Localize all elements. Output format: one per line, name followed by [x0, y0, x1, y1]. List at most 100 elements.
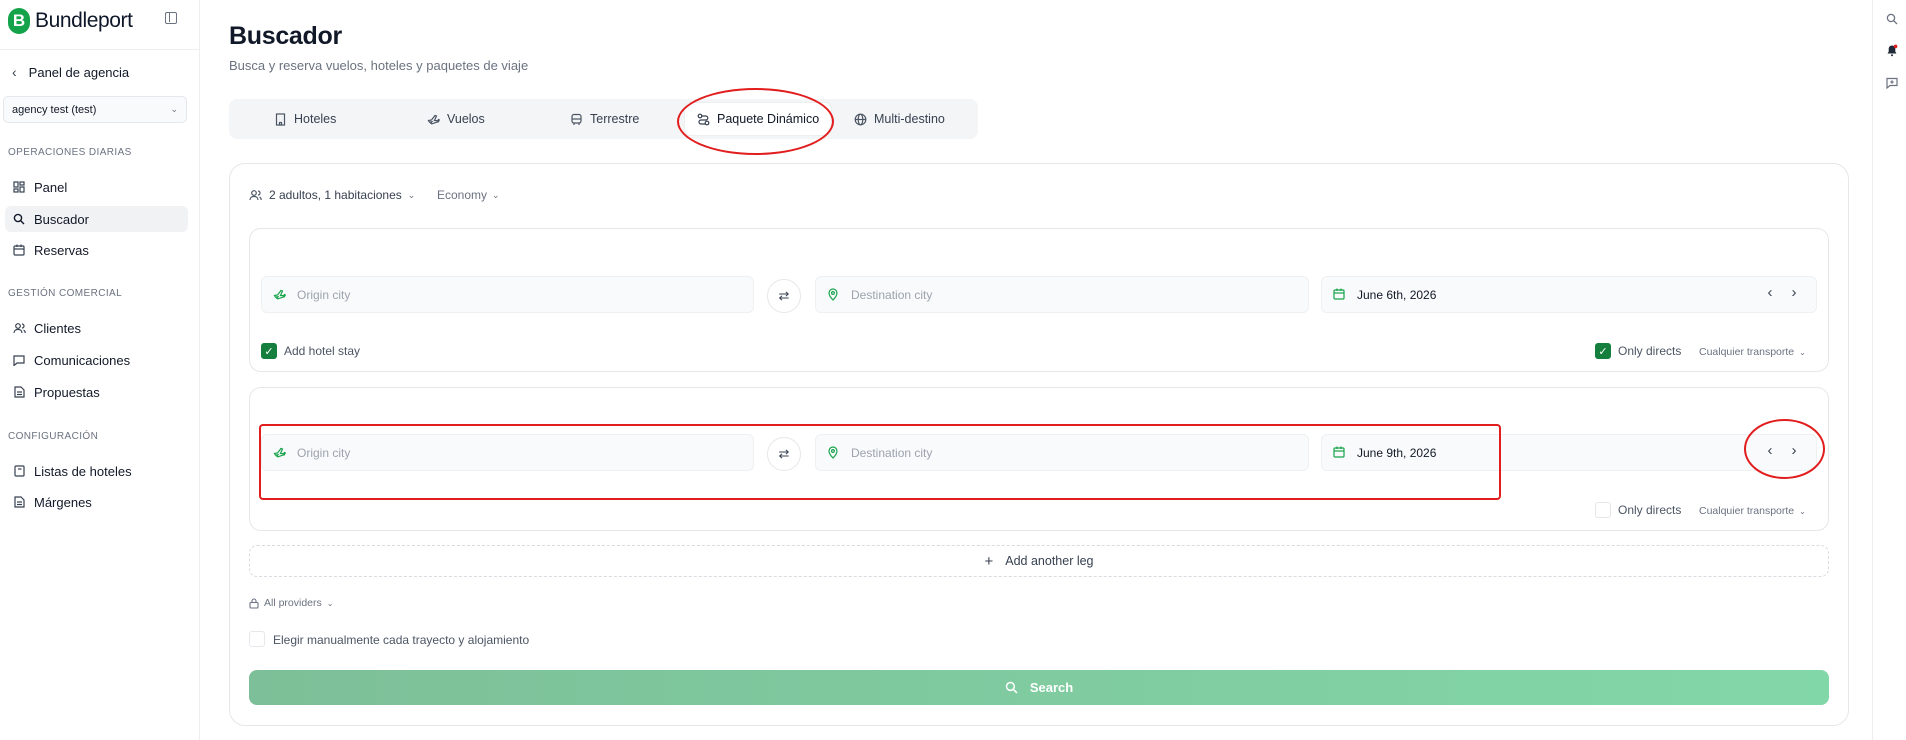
brand[interactable]: B Bundleport — [8, 6, 133, 36]
add-hotel-checkbox-1[interactable]: ✓ — [261, 343, 277, 359]
providers-select[interactable]: All providers ⌄ — [249, 597, 333, 609]
add-hotel-label: Add hotel stay — [284, 344, 361, 358]
sidebar-item-reservas[interactable]: Reservas — [5, 237, 188, 263]
manual-selection-label: Elegir manualmente cada trayecto y aloja… — [273, 633, 530, 647]
bus-icon — [570, 113, 583, 126]
cabin-class-select[interactable]: Economy ⌄ — [437, 188, 500, 202]
sidebar-item-listas-hoteles[interactable]: Listas de hoteles — [5, 458, 188, 484]
sidebar-toggle-icon[interactable] — [165, 12, 177, 24]
route-icon — [697, 113, 710, 126]
only-directs-checkbox-2[interactable] — [1595, 502, 1611, 518]
building-icon — [274, 112, 287, 126]
lock-icon — [249, 597, 259, 609]
calendar-icon — [1333, 288, 1347, 302]
calendar-icon — [1333, 446, 1347, 460]
globe-icon — [854, 113, 867, 126]
document-icon — [12, 385, 26, 399]
search-type-tabs: Hoteles Vuelos Terrestre Paquete Dinámic… — [229, 99, 978, 139]
tab-label: Multi-destino — [874, 112, 945, 126]
sidebar-item-label: Clientes — [34, 320, 81, 336]
feedback-icon[interactable] — [1885, 76, 1899, 90]
next-date-button-2[interactable]: › — [1787, 442, 1801, 459]
sidebar-item-label: Comunicaciones — [34, 352, 131, 368]
date-input-2[interactable]: June 9th, 2026 — [1321, 434, 1817, 471]
brand-logo: B — [8, 8, 30, 34]
book-icon — [12, 464, 26, 478]
sidebar-item-buscador[interactable]: Buscador — [5, 206, 188, 232]
swap-icon: ⇄ — [778, 446, 790, 461]
chevron-down-icon: ⌄ — [407, 189, 416, 200]
tab-hoteles[interactable]: Hoteles — [274, 99, 336, 139]
origin-city-input-1[interactable]: Origin city — [261, 276, 754, 313]
plane-icon — [427, 113, 440, 126]
section-title-operaciones: OPERACIONES DIARIAS — [8, 147, 132, 158]
next-date-button-1[interactable]: › — [1787, 284, 1801, 301]
destination-city-placeholder: Destination city — [851, 287, 933, 302]
sidebar-item-clientes[interactable]: Clientes — [5, 315, 188, 341]
origin-city-placeholder: Origin city — [297, 287, 351, 302]
swap-button-2[interactable]: ⇄ — [767, 437, 801, 471]
sidebar-item-comunicaciones[interactable]: Comunicaciones — [5, 347, 188, 373]
chevron-down-icon: ⌄ — [492, 189, 500, 200]
tab-terrestre[interactable]: Terrestre — [570, 99, 639, 139]
swap-button-1[interactable]: ⇄ — [767, 279, 801, 313]
map-pin-icon — [827, 445, 841, 460]
sidebar-item-label: Reservas — [34, 242, 89, 258]
manual-selection-checkbox[interactable] — [249, 631, 265, 647]
sidebar-item-panel[interactable]: Panel — [5, 174, 188, 200]
back-to-agency-panel[interactable]: ‹ Panel de agencia — [12, 64, 129, 80]
add-leg-label: Add another leg — [1005, 554, 1094, 568]
only-directs-checkbox-1[interactable]: ✓ — [1595, 343, 1611, 359]
origin-city-input-2[interactable]: Origin city — [261, 434, 754, 471]
sidebar-item-margenes[interactable]: Márgenes — [5, 489, 188, 515]
tab-paquete-dinamico[interactable]: Paquete Dinámico — [685, 103, 832, 135]
providers-value: All providers — [264, 597, 322, 609]
divider — [0, 49, 200, 50]
tab-multi-destino[interactable]: Multi-destino — [854, 99, 945, 139]
bell-icon[interactable] — [1885, 43, 1899, 57]
passengers-select[interactable]: 2 adultos, 1 habitaciones ⌄ — [249, 188, 415, 202]
right-rail — [1872, 0, 1906, 740]
users-icon — [12, 321, 26, 335]
tab-label: Paquete Dinámico — [717, 112, 820, 126]
back-label: Panel de agencia — [28, 64, 130, 80]
chevron-left-icon: ‹ — [12, 64, 17, 80]
chevron-down-icon: ⌄ — [1799, 506, 1806, 516]
origin-city-placeholder: Origin city — [297, 445, 351, 460]
transport-select-2[interactable]: Cualquier transporte ⌄ — [1699, 505, 1806, 517]
document-icon — [12, 495, 26, 509]
brand-name: Bundleport — [35, 9, 133, 32]
destination-city-placeholder: Destination city — [851, 445, 933, 460]
only-directs-label: Only directs — [1618, 344, 1682, 358]
sidebar-item-label: Panel — [34, 179, 68, 195]
search-icon[interactable] — [1885, 12, 1899, 26]
tab-label: Vuelos — [447, 112, 485, 126]
section-title-configuracion: CONFIGURACIÓN — [8, 431, 99, 442]
calendar-icon — [12, 243, 26, 257]
search-icon — [1005, 681, 1018, 694]
prev-date-button-1[interactable]: ‹ — [1763, 284, 1777, 301]
transport-select-1[interactable]: Cualquier transporte ⌄ — [1699, 346, 1806, 358]
date-input-1[interactable]: June 6th, 2026 — [1321, 276, 1817, 313]
agency-select[interactable]: agency test (test) ⌄ — [3, 96, 187, 123]
date-value: June 9th, 2026 — [1357, 445, 1437, 460]
sidebar-item-propuestas[interactable]: Propuestas — [5, 379, 188, 405]
sidebar-item-label: Buscador — [34, 211, 89, 227]
map-pin-icon — [827, 287, 841, 302]
chevron-down-icon: ⌄ — [326, 598, 334, 608]
tab-vuelos[interactable]: Vuelos — [427, 99, 485, 139]
add-another-leg-button[interactable]: + Add another leg — [249, 545, 1829, 577]
page-subtitle: Busca y reserva vuelos, hoteles y paquet… — [229, 58, 529, 73]
chevron-down-icon: ⌄ — [170, 104, 178, 114]
chevron-down-icon: ⌄ — [1799, 347, 1806, 357]
dashboard-icon — [12, 180, 26, 194]
sidebar-item-label: Propuestas — [34, 384, 100, 400]
destination-city-input-2[interactable]: Destination city — [815, 434, 1309, 471]
prev-date-button-2[interactable]: ‹ — [1763, 442, 1777, 459]
sidebar: B Bundleport ‹ Panel de agencia agency t… — [0, 0, 200, 740]
sidebar-item-label: Listas de hoteles — [34, 463, 132, 479]
destination-city-input-1[interactable]: Destination city — [815, 276, 1309, 313]
transport-value: Cualquier transporte — [1699, 505, 1795, 517]
passengers-value: 2 adultos, 1 habitaciones — [269, 188, 402, 202]
search-button[interactable]: Search — [249, 670, 1829, 705]
